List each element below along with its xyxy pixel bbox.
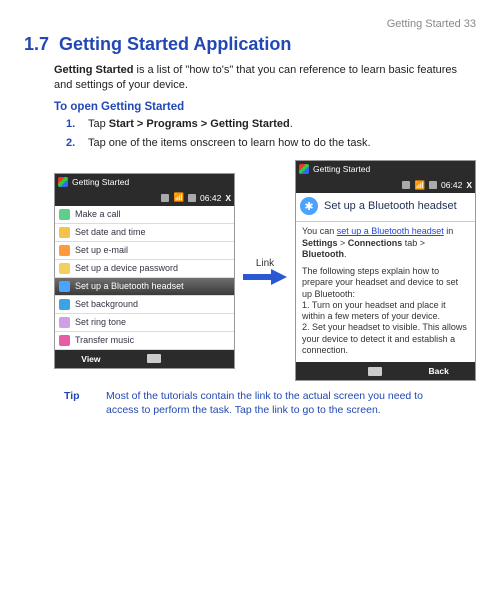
mail-icon <box>59 245 70 256</box>
step-1-number: 1. <box>66 117 80 132</box>
left-title-text: Getting Started <box>72 177 129 187</box>
left-titlebar: Getting Started <box>55 174 234 190</box>
tip-text: Most of the tutorials contain the link t… <box>106 389 458 417</box>
close-icon: X <box>466 180 472 190</box>
list-item[interactable]: Set date and time <box>55 224 234 242</box>
start-flag-icon <box>58 177 68 187</box>
list-item[interactable]: Set background <box>55 296 234 314</box>
detail-paragraph-2: The following steps explain how to prepa… <box>302 266 469 300</box>
music-icon <box>59 335 70 346</box>
close-icon: X <box>225 193 231 203</box>
document-page: Getting Started 33 1.7 Getting Started A… <box>0 0 500 437</box>
left-clock: 06:42 <box>200 193 221 203</box>
section-title-text: Getting Started Application <box>59 34 291 54</box>
right-softkey-bar: Back <box>296 362 475 380</box>
arrow-right-icon <box>243 271 287 283</box>
keyboard-icon[interactable] <box>147 354 161 363</box>
clock-icon <box>59 227 70 238</box>
right-softkey-back[interactable]: Back <box>429 366 449 376</box>
stairs-icon <box>161 194 169 202</box>
list-item[interactable]: Transfer music <box>55 332 234 350</box>
arrow-column: Link <box>243 258 287 283</box>
detail-link[interactable]: set up a Bluetooth headset <box>337 226 444 236</box>
intro-lead: Getting Started <box>54 64 133 76</box>
ring-icon <box>59 317 70 328</box>
left-statusbar: 📶 06:42 X <box>55 190 234 206</box>
lock-icon <box>59 263 70 274</box>
phone-screenshot-right: Getting Started 📶 06:42 X ✱ Set up a Blu… <box>295 160 476 381</box>
section-number: 1.7 <box>24 34 49 54</box>
left-softkey-view[interactable]: View <box>81 354 100 364</box>
list-item-selected[interactable]: Set up a Bluetooth headset <box>55 278 234 296</box>
intro-paragraph: Getting Started is a list of "how to's" … <box>54 63 476 93</box>
detail-body: You can set up a Bluetooth headset in Se… <box>296 222 475 362</box>
link-label-text: Link <box>256 258 274 269</box>
volume-icon <box>188 194 196 202</box>
signal-icon: 📶 <box>414 180 425 191</box>
right-clock: 06:42 <box>441 180 462 190</box>
list-item[interactable]: Set ring tone <box>55 314 234 332</box>
detail-step-1: 1. Turn on your headset and place it wit… <box>302 300 469 323</box>
bluetooth-round-icon: ✱ <box>300 197 318 215</box>
volume-icon <box>429 181 437 189</box>
phone-icon <box>59 209 70 220</box>
background-icon <box>59 299 70 310</box>
detail-title: Set up a Bluetooth headset <box>324 200 457 212</box>
detail-header: ✱ Set up a Bluetooth headset <box>296 193 475 222</box>
step-2-text: Tap one of the items onscreen to learn h… <box>88 136 371 151</box>
step-1: 1. Tap Start > Programs > Getting Starte… <box>66 117 476 132</box>
detail-step-2: 2. Set your headset to visible. This all… <box>302 322 469 356</box>
keyboard-icon[interactable] <box>368 367 382 376</box>
phone-screenshot-left: Getting Started 📶 06:42 X Make a call Se… <box>54 173 235 369</box>
screenshots-row: Getting Started 📶 06:42 X Make a call Se… <box>54 160 476 381</box>
detail-paragraph-1: You can set up a Bluetooth headset in Se… <box>302 226 469 260</box>
stairs-icon <box>402 181 410 189</box>
list-item[interactable]: Set up a device password <box>55 260 234 278</box>
step-2: 2. Tap one of the items onscreen to lear… <box>66 136 476 151</box>
tip-label: Tip <box>64 389 86 417</box>
left-softkey-bar: View <box>55 350 234 368</box>
list-item[interactable]: Set up e-mail <box>55 242 234 260</box>
right-title-text: Getting Started <box>313 164 370 174</box>
step-2-number: 2. <box>66 136 80 151</box>
signal-icon: 📶 <box>173 192 184 203</box>
list-item[interactable]: Make a call <box>55 206 234 224</box>
step-1-text: Tap Start > Programs > Getting Started. <box>88 117 293 132</box>
page-header: Getting Started 33 <box>24 18 476 30</box>
subheading: To open Getting Started <box>54 101 476 113</box>
right-statusbar: 📶 06:42 X <box>296 177 475 193</box>
getting-started-list: Make a call Set date and time Set up e-m… <box>55 206 234 350</box>
step-list: 1. Tap Start > Programs > Getting Starte… <box>66 117 476 151</box>
link-callout: Link <box>256 258 274 269</box>
tip-block: Tip Most of the tutorials contain the li… <box>64 389 476 417</box>
bluetooth-icon <box>59 281 70 292</box>
section-heading: 1.7 Getting Started Application <box>24 34 476 55</box>
right-titlebar: Getting Started <box>296 161 475 177</box>
start-flag-icon <box>299 164 309 174</box>
